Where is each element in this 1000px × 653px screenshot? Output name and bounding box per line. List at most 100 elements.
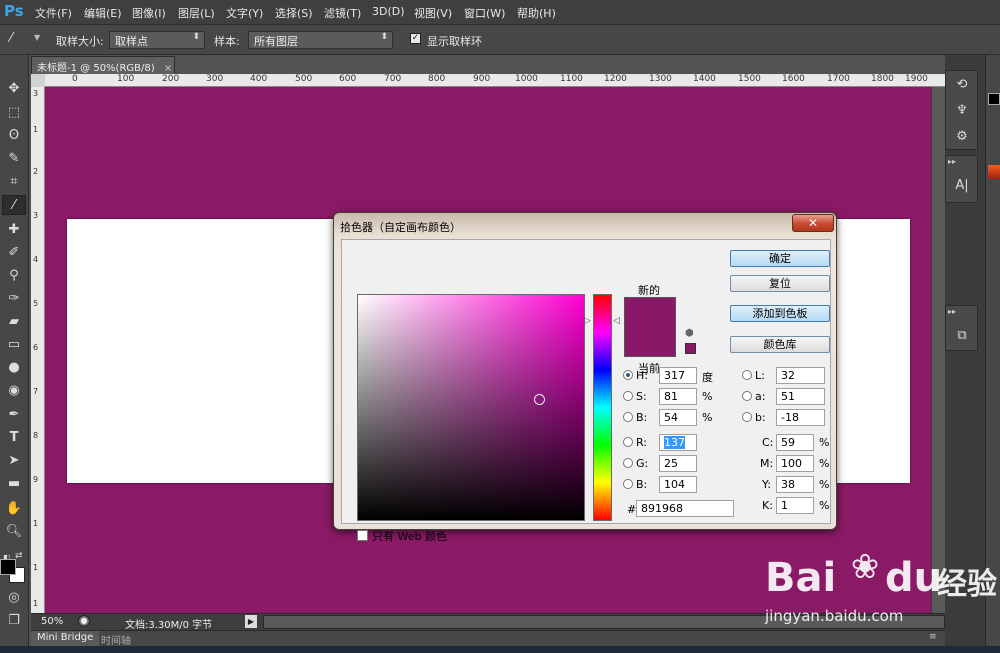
- c-field[interactable]: 59: [776, 434, 814, 451]
- radio-lab-b[interactable]: [742, 412, 752, 422]
- menu-window[interactable]: 窗口(W): [464, 5, 505, 21]
- swatch-gradient[interactable]: [988, 165, 1000, 179]
- radio-a[interactable]: [742, 391, 752, 401]
- move-icon[interactable]: ✥: [2, 79, 26, 99]
- dodge-icon[interactable]: ◉: [2, 381, 26, 401]
- lab-b-field[interactable]: -18: [776, 409, 825, 426]
- marquee-icon[interactable]: ⬚: [2, 103, 26, 123]
- blur-icon[interactable]: ●: [2, 358, 26, 378]
- web-only-checkbox[interactable]: [357, 530, 368, 541]
- menu-edit[interactable]: 编辑(E): [84, 5, 122, 21]
- tab-mini-bridge[interactable]: Mini Bridge: [31, 631, 100, 646]
- layer-comps-icon[interactable]: ⧉: [952, 326, 972, 346]
- menu-3d[interactable]: 3D(D): [372, 5, 405, 18]
- healing-icon[interactable]: ✚: [2, 220, 26, 240]
- add-to-swatches-button[interactable]: 添加到色板: [730, 305, 830, 322]
- ok-button[interactable]: 确定: [730, 250, 830, 267]
- ruler-label: 3: [33, 89, 39, 98]
- gradient-icon[interactable]: ▭: [2, 335, 26, 355]
- pen-icon[interactable]: ✒: [2, 405, 26, 425]
- type-icon[interactable]: T: [2, 428, 26, 448]
- radio-b-rgb[interactable]: [623, 479, 633, 489]
- menu-file[interactable]: 文件(F): [35, 5, 72, 21]
- sample-size-dropdown[interactable]: 取样点 ⬍: [109, 31, 205, 49]
- radio-g[interactable]: [623, 458, 633, 468]
- m-field[interactable]: 100: [776, 455, 814, 472]
- color-picker-circle[interactable]: [534, 394, 545, 405]
- foreground-color-swatch[interactable]: [0, 559, 16, 575]
- hex-field[interactable]: 891968: [636, 500, 734, 517]
- radio-r[interactable]: [623, 437, 633, 447]
- tool-presets-icon[interactable]: ⚙: [952, 127, 972, 147]
- hue-slider[interactable]: [593, 294, 612, 521]
- y-field[interactable]: 38: [776, 476, 814, 493]
- web-safe-color-swatch[interactable]: [685, 343, 696, 354]
- vertical-ruler[interactable]: 3 1 2 3 4 5 6 7 8 9 1 1 1: [31, 87, 45, 613]
- collapse-icon[interactable]: ▸▸: [948, 307, 956, 316]
- a-field[interactable]: 51: [776, 388, 825, 405]
- k-field[interactable]: 1: [776, 497, 814, 514]
- radio-l[interactable]: [742, 370, 752, 380]
- new-current-swatch[interactable]: [624, 297, 676, 357]
- show-ring-checkbox[interactable]: ✓: [410, 33, 421, 44]
- menu-filter[interactable]: 滤镜(T): [324, 5, 361, 21]
- h-field[interactable]: 317: [659, 367, 697, 384]
- vertical-scrollbar[interactable]: [931, 87, 945, 613]
- web-safe-cube-icon[interactable]: ⬢: [685, 328, 694, 339]
- horizontal-ruler[interactable]: 0 100 200 300 400 500 600 700 800 900 10…: [45, 74, 945, 87]
- color-panel-swatch[interactable]: [988, 93, 1000, 105]
- radio-s[interactable]: [623, 391, 633, 401]
- menu-select[interactable]: 选择(S): [275, 5, 313, 21]
- history-panel-icon[interactable]: ⟲: [952, 75, 972, 95]
- stamp-icon[interactable]: ⚲: [2, 266, 26, 286]
- menu-view[interactable]: 视图(V): [414, 5, 452, 21]
- s-field[interactable]: 81: [659, 388, 697, 405]
- hue-slider-right-arrow-icon[interactable]: ◁: [613, 316, 620, 326]
- radio-b[interactable]: [623, 412, 633, 422]
- g-field[interactable]: 25: [659, 455, 697, 472]
- menu-layer[interactable]: 图层(L): [178, 5, 215, 21]
- quick-select-icon[interactable]: ✎: [2, 149, 26, 169]
- zoom-icon[interactable]: 🔍︎: [2, 522, 26, 542]
- eyedropper-tool-icon[interactable]: ⁄: [2, 195, 26, 215]
- tab-timeline[interactable]: 时间轴: [101, 632, 131, 647]
- document-tab[interactable]: 未标题-1 @ 50%(RGB/8) ×: [31, 56, 175, 74]
- brush-icon[interactable]: ✐: [2, 243, 26, 263]
- tool-preset-chevron-icon[interactable]: ▼: [34, 33, 40, 42]
- sample-dropdown[interactable]: 所有图层 ⬍: [248, 31, 393, 49]
- close-button[interactable]: ✕: [792, 214, 834, 232]
- status-icon[interactable]: ●: [78, 615, 90, 627]
- character-panel-icon[interactable]: A|: [952, 176, 972, 196]
- menu-type[interactable]: 文字(Y): [226, 5, 263, 21]
- saturation-brightness-field[interactable]: [357, 294, 585, 521]
- reset-button[interactable]: 复位: [730, 275, 830, 292]
- l-field[interactable]: 32: [776, 367, 825, 384]
- crop-icon[interactable]: ⌗: [2, 172, 26, 192]
- status-menu-arrow-icon[interactable]: ▶: [245, 615, 257, 628]
- r-field[interactable]: 137: [659, 434, 697, 451]
- panel-menu-icon[interactable]: ≡: [929, 632, 937, 642]
- radio-h[interactable]: [623, 370, 633, 380]
- zoom-level[interactable]: 50%: [41, 616, 63, 627]
- hue-slider-left-arrow-icon[interactable]: ▷: [584, 316, 591, 326]
- collapse-icon[interactable]: ▸▸: [948, 157, 956, 166]
- path-select-icon[interactable]: ➤: [2, 451, 26, 471]
- quick-mask-icon[interactable]: ◎: [2, 588, 26, 608]
- close-tab-icon[interactable]: ×: [164, 63, 172, 74]
- screen-mode-icon[interactable]: ❐: [2, 611, 26, 631]
- eraser-icon[interactable]: ▰: [2, 312, 26, 332]
- lasso-icon[interactable]: ʘ: [2, 126, 26, 146]
- menu-image[interactable]: 图像(I): [132, 5, 166, 21]
- color-libraries-button[interactable]: 颜色库: [730, 336, 830, 353]
- ruler-label: 300: [206, 74, 224, 84]
- swap-colors-icon[interactable]: ⇄: [15, 551, 23, 561]
- hand-icon[interactable]: ✋: [2, 499, 26, 519]
- b-rgb-field[interactable]: 104: [659, 476, 697, 493]
- menu-help[interactable]: 帮助(H): [517, 5, 556, 21]
- b-field[interactable]: 54: [659, 409, 697, 426]
- shape-icon[interactable]: ▬: [2, 474, 26, 494]
- eyedropper-icon[interactable]: ⁄: [10, 31, 12, 46]
- history-brush-icon[interactable]: ✑: [2, 289, 26, 309]
- brush-presets-icon[interactable]: ♆: [952, 101, 972, 121]
- ruler-label: 1: [33, 599, 39, 608]
